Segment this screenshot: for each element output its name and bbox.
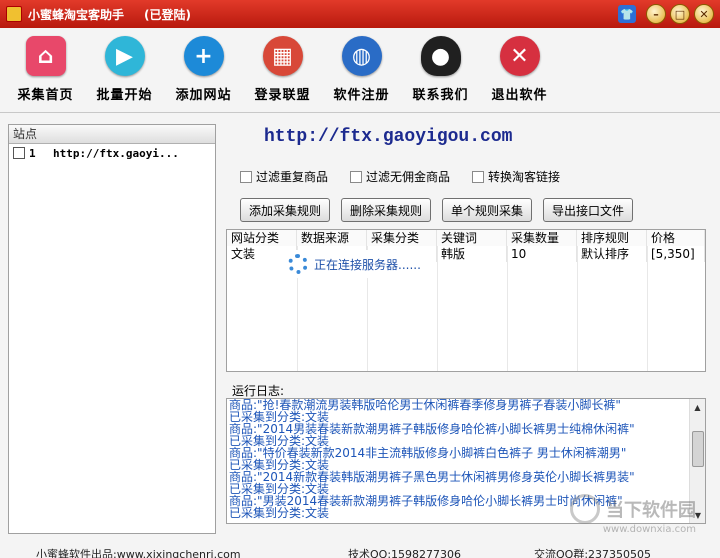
spinner-icon [288,254,308,274]
tool-label: 采集首页 [17,88,74,103]
single-rule-collect-button[interactable]: 单个规则采集 [442,198,533,222]
rule-buttons: 添加采集规则 删除采集规则 单个规则采集 导出接口文件 [240,198,634,222]
filter-options: 过滤重复商品 过滤无佣金商品 转换淘客链接 [240,168,560,185]
site-url: http://ftx.gaoyi... [53,146,179,160]
close-window-button[interactable]: ✕ [694,4,714,24]
delete-rule-button[interactable]: 删除采集规则 [341,198,432,222]
tool-contact-button[interactable]: ● 联系我们 [401,28,480,112]
play-icon: ▶ [104,36,145,76]
column-header[interactable]: 采集分类 [367,230,437,246]
tool-label: 联系我们 [412,88,469,103]
watermark-text: 当下软件园 [606,500,696,521]
filter-duplicates-checkbox[interactable]: 过滤重复商品 [240,168,328,185]
plus-icon: + [183,36,224,76]
export-file-button[interactable]: 导出接口文件 [543,198,634,222]
window-title: 小蜜蜂淘宝客助手 [28,7,125,22]
tool-exit-button[interactable]: ✕ 退出软件 [480,28,559,112]
table-cell: 韩版 [437,246,507,262]
tool-batch-start-button[interactable]: ▶ 批量开始 [85,28,164,112]
site-checkbox[interactable] [13,147,25,159]
filter-no-commission-checkbox[interactable]: 过滤无佣金商品 [350,168,450,185]
site-list-panel: 站点 1 http://ftx.gaoyi... [8,124,216,534]
status-bar: 小蜜蜂软件出品:www.xixingchenri.com 技术QQ:159827… [0,544,720,558]
column-header[interactable]: 采集数量 [507,230,577,246]
tool-register-button[interactable]: ◍ 软件注册 [322,28,401,112]
tool-add-site-button[interactable]: + 添加网站 [164,28,243,112]
table-cell: [5,350] [647,246,705,262]
scroll-up-icon[interactable]: ▲ [690,399,705,415]
publisher-text: 小蜜蜂软件出品:www.xixingchenri.com [36,548,241,558]
tech-qq-text: 技术QQ:1598277306 [348,548,462,558]
tool-label: 退出软件 [491,88,548,103]
tool-label: 添加网站 [175,88,232,103]
bee-app-icon [6,6,22,22]
title-bar: 小蜜蜂淘宝客助手 (已登陆) 👕 – □ ✕ [0,0,720,28]
tool-login-alliance-button[interactable]: ▦ 登录联盟 [243,28,322,112]
option-label: 过滤无佣金商品 [366,170,451,184]
tool-label: 软件注册 [333,88,390,103]
tool-label: 批量开始 [96,88,153,103]
column-header[interactable]: 排序规则 [577,230,647,246]
column-header[interactable]: 关键词 [437,230,507,246]
minimize-button[interactable]: – [646,4,666,24]
site-list-item[interactable]: 1 http://ftx.gaoyi... [9,144,215,162]
brick-icon: ▦ [262,36,303,76]
maximize-button[interactable]: □ [670,4,690,24]
site-number: 1 [29,146,36,160]
home-icon: ⌂ [25,36,66,76]
watermark-logo-icon [570,494,600,524]
table-cell: 10 [507,246,577,262]
watermark: 当下软件园 [570,494,696,524]
column-line [507,246,508,371]
column-header[interactable]: 数据来源 [297,230,367,246]
column-line [437,246,438,371]
current-site-url[interactable]: http://ftx.gaoyigou.com [264,127,512,147]
tool-label: 登录联盟 [254,88,311,103]
option-label: 转换淘客链接 [488,170,561,184]
login-status: (已登陆) [144,7,191,22]
main-toolbar: ⌂ 采集首页 ▶ 批量开始 + 添加网站 ▦ 登录联盟 ◍ 软件注册 ● 联系我… [0,28,720,112]
column-header[interactable]: 网站分类 [227,230,297,246]
toolbar-divider [0,112,720,113]
watermark-url: www.downxia.com [602,524,696,535]
log-label: 运行日志: [232,384,285,398]
scroll-thumb[interactable] [692,431,704,467]
loading-indicator: 正在连接服务器...... [288,250,428,278]
column-header[interactable]: 价格 [647,230,705,246]
tool-home-button[interactable]: ⌂ 采集首页 [6,28,85,112]
app-window: 小蜜蜂淘宝客助手 (已登陆) 👕 – □ ✕ ⌂ 采集首页 ▶ 批量开始 + 添… [0,0,720,558]
option-label: 过滤重复商品 [256,170,329,184]
skin-shirt-icon[interactable]: 👕 [618,5,636,23]
column-line [577,246,578,371]
group-qq-text: 交流QQ群:237350505 [534,548,652,558]
globe-icon: ◍ [341,36,382,76]
site-list-header: 站点 [9,125,215,144]
convert-link-checkbox[interactable]: 转换淘客链接 [472,168,560,185]
qq-penguin-icon: ● [420,36,461,76]
table-cell: 默认排序 [577,246,647,262]
table-header: 网站分类 数据来源 采集分类 关键词 采集数量 排序规则 价格 [227,230,705,246]
add-rule-button[interactable]: 添加采集规则 [240,198,331,222]
table-cell: 文装 [227,246,297,262]
column-line [647,246,648,371]
close-icon: ✕ [499,36,540,76]
loading-text: 正在连接服务器...... [314,257,421,272]
